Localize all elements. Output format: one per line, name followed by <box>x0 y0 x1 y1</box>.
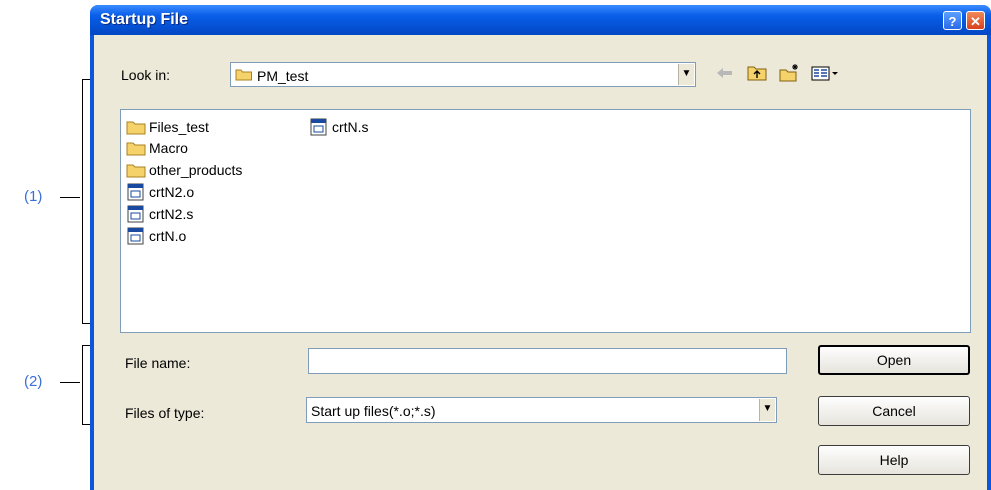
list-item-file[interactable]: crtN2.s <box>126 204 193 224</box>
list-item-folder[interactable]: Files_test <box>126 117 209 137</box>
file-icon <box>127 205 144 223</box>
title-bar[interactable]: Startup File ? ✕ <box>90 5 991 35</box>
help-title-button[interactable]: ? <box>943 11 962 30</box>
cancel-button[interactable]: Cancel <box>818 396 970 426</box>
dialog-body: Look in: PM_test ▼ Files_test Macro othe… <box>94 35 987 490</box>
file-type-value: Start up files(*.o;*.s) <box>311 403 436 419</box>
file-type-combo[interactable]: Start up files(*.o;*.s) ▼ <box>306 397 777 423</box>
look-in-label: Look in: <box>121 67 171 83</box>
callout-1-label: (1) <box>24 188 43 205</box>
file-icon <box>310 118 327 136</box>
back-arrow-icon[interactable] <box>714 63 736 83</box>
list-item-file[interactable]: crtN.o <box>126 226 186 246</box>
callout-2-label: (2) <box>24 373 43 390</box>
callout-1-line <box>60 197 80 198</box>
list-item-folder[interactable]: Macro <box>126 138 188 158</box>
list-item-file[interactable]: crtN.s <box>309 117 369 137</box>
help-button[interactable]: Help <box>818 445 970 475</box>
look-in-combo[interactable]: PM_test ▼ <box>230 62 696 87</box>
look-in-dropdown-arrow[interactable]: ▼ <box>678 64 694 85</box>
new-folder-icon[interactable] <box>778 63 800 83</box>
file-type-dropdown-arrow[interactable]: ▼ <box>759 399 775 421</box>
file-name-label: File name: <box>125 355 191 371</box>
folder-icon <box>126 121 146 135</box>
up-folder-icon[interactable] <box>746 63 768 83</box>
list-item-folder[interactable]: other_products <box>126 160 242 180</box>
dialog-title: Startup File <box>100 11 189 28</box>
open-button[interactable]: Open <box>818 345 970 375</box>
file-icon <box>127 183 144 201</box>
folder-icon <box>126 164 146 178</box>
file-name-input[interactable] <box>308 348 787 374</box>
folder-icon <box>235 69 252 81</box>
close-button[interactable]: ✕ <box>966 11 985 30</box>
file-list[interactable]: Files_test Macro other_products crtN2.o … <box>120 109 971 333</box>
list-item-file[interactable]: crtN2.o <box>126 182 194 202</box>
callout-2-line <box>60 382 80 383</box>
folder-icon <box>126 142 146 156</box>
file-icon <box>127 227 144 245</box>
look-in-value: PM_test <box>257 68 309 84</box>
view-menu-icon[interactable] <box>810 63 840 83</box>
file-type-label: Files of type: <box>125 405 205 421</box>
startup-file-dialog: Startup File ? ✕ Look in: PM_test ▼ File… <box>90 5 991 490</box>
